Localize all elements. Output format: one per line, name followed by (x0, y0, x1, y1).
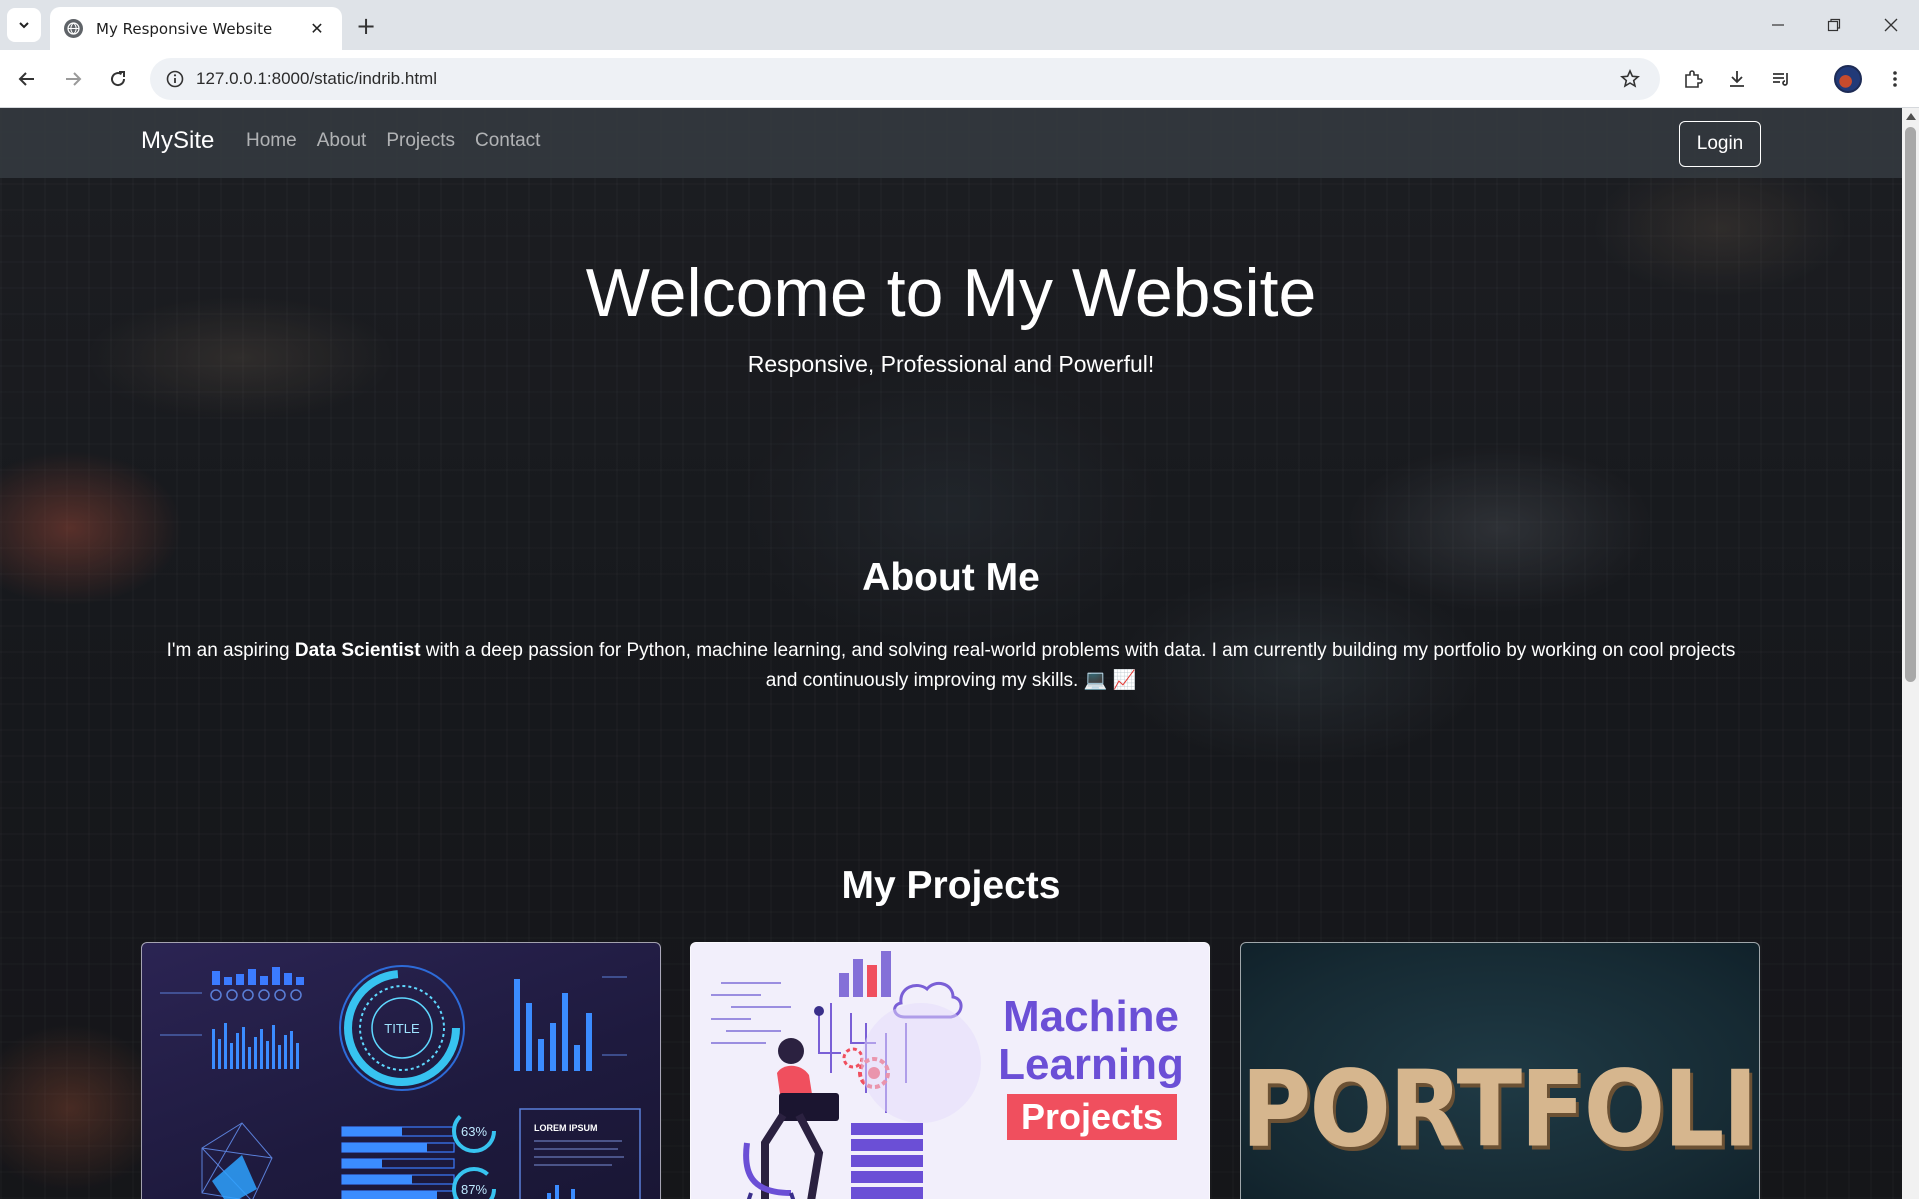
extensions-icon[interactable] (1676, 62, 1710, 96)
minimize-icon[interactable] (1750, 0, 1806, 50)
forward-arrow-icon[interactable] (56, 62, 90, 96)
tab-title: My Responsive Website (96, 19, 273, 38)
browser-tab-active[interactable]: My Responsive Website ✕ (50, 7, 342, 50)
ml-title: Machine Learning (981, 993, 1201, 1089)
globe-icon (64, 19, 83, 38)
menu-kebab-icon[interactable] (1878, 62, 1912, 96)
close-tab-icon[interactable]: ✕ (306, 18, 328, 40)
site-brand[interactable]: MySite (141, 127, 214, 155)
portfolio-word: PORTFOLIO (1241, 1047, 1759, 1171)
about-text-end: with a deep passion for Python, machine … (420, 640, 1736, 691)
dashboard-infographic-image: TITLE 63% 87% LOREM IPSUM (160, 965, 641, 1199)
chevron-down-icon (19, 22, 29, 29)
back-arrow-icon[interactable] (10, 62, 44, 96)
ml-title-line-1: Machine (1002, 992, 1180, 1041)
dial-pct-2: 87% (461, 1182, 487, 1197)
hero-title: Welcome to My Website (585, 255, 1317, 331)
scrollbar-thumb[interactable] (1905, 127, 1916, 682)
url-text: 127.0.0.1:8000/static/indrib.html (196, 69, 437, 88)
ml-illustration-image (711, 951, 981, 1199)
site-info-icon[interactable] (154, 58, 196, 100)
project-card-machine-learning[interactable]: Machine Learning Projects (690, 942, 1210, 1199)
about-paragraph: I'm an aspiring Data Scientist with a de… (150, 636, 1752, 696)
about-text-bold: Data Scientist (294, 640, 421, 661)
dial-pct-1: 63% (461, 1124, 487, 1139)
browser-tab-strip: My Responsive Website ✕ + (0, 0, 1919, 50)
reload-icon[interactable] (101, 62, 135, 96)
project-card-dashboard[interactable]: TITLE 63% 87% LOREM IPSUM (141, 942, 661, 1199)
projects-heading: My Projects (841, 864, 1061, 907)
nav-link-contact[interactable]: Contact (475, 130, 540, 152)
about-heading: About Me (862, 556, 1040, 599)
nav-link-projects[interactable]: Projects (386, 130, 455, 152)
profile-avatar[interactable] (1834, 65, 1862, 93)
hero-subtitle: Responsive, Professional and Powerful! (747, 351, 1155, 377)
page-viewport: MySite Home About Projects Contact Login… (0, 108, 1902, 1199)
page-scrollbar[interactable] (1902, 108, 1919, 1199)
nav-link-home[interactable]: Home (246, 130, 297, 152)
ml-projects-tag: Projects (1007, 1094, 1177, 1140)
tab-search-button[interactable] (7, 8, 41, 42)
nav-links: Home About Projects Contact (246, 130, 540, 152)
ml-title-line-2: Learning (998, 1040, 1184, 1089)
project-card-portfolio[interactable]: PORTFOLIO (1240, 942, 1760, 1199)
scroll-up-arrow-icon[interactable] (1906, 113, 1916, 120)
site-navbar: MySite Home About Projects Contact Login (0, 108, 1902, 178)
restore-icon[interactable] (1806, 0, 1862, 50)
nav-link-about[interactable]: About (317, 130, 367, 152)
lorem-label: LOREM IPSUM (534, 1123, 598, 1133)
address-bar[interactable]: 127.0.0.1:8000/static/indrib.html (150, 58, 1660, 100)
about-text-start: I'm an aspiring (166, 640, 295, 661)
login-button[interactable]: Login (1679, 121, 1761, 167)
new-tab-icon[interactable]: + (352, 12, 380, 40)
bookmark-star-icon[interactable] (1618, 67, 1642, 91)
close-window-icon[interactable] (1863, 0, 1919, 50)
download-icon[interactable] (1720, 62, 1754, 96)
media-control-icon[interactable] (1764, 62, 1798, 96)
browser-toolbar: 127.0.0.1:8000/static/indrib.html (0, 50, 1919, 108)
dial-label: TITLE (384, 1021, 420, 1036)
